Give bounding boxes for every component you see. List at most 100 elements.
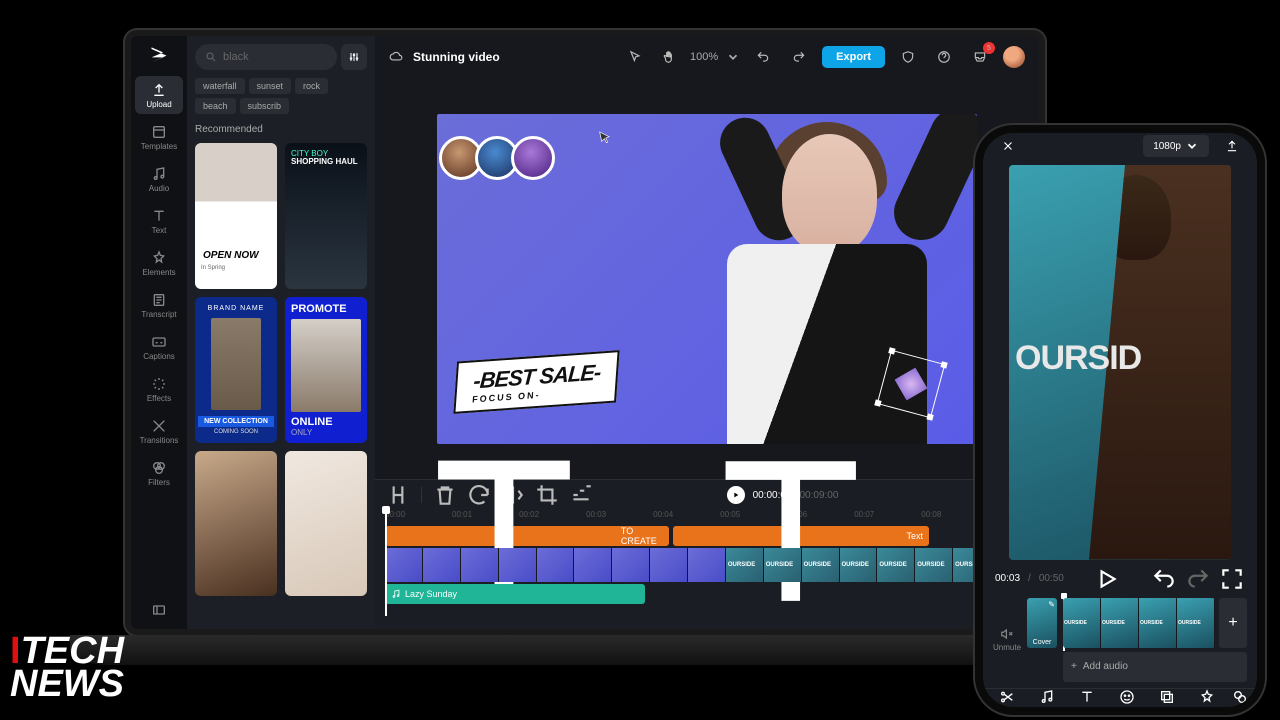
nav-effects[interactable]: Effects: [135, 370, 183, 408]
tag[interactable]: beach: [195, 98, 236, 114]
nav-captions[interactable]: Captions: [135, 328, 183, 366]
add-audio-button[interactable]: +Add audio: [1063, 652, 1247, 682]
phone-screen: 1080p OURSID 00:03 / 00:50 Unmute Cover: [983, 133, 1257, 707]
canvas-area: -BEST SALE-FOCUS ON-: [375, 78, 1039, 479]
phone-time-current: 00:03: [995, 573, 1020, 584]
nav-elements[interactable]: Elements: [135, 244, 183, 282]
chevron-down-icon: [1185, 139, 1199, 153]
avatar-stack: [447, 136, 555, 180]
avatar[interactable]: [1003, 46, 1025, 68]
phone-timeline[interactable]: Unmute Cover + +Add audio: [983, 592, 1257, 688]
nav-transcript[interactable]: Transcript: [135, 286, 183, 324]
transform-gizmo[interactable]: [877, 349, 946, 418]
phone-undo-button[interactable]: [1151, 566, 1177, 592]
music-icon: [1039, 689, 1055, 705]
phone-video-track[interactable]: [1063, 598, 1215, 648]
cursor-icon: [628, 50, 642, 64]
unmute-button[interactable]: Unmute: [993, 598, 1021, 682]
help-button[interactable]: [931, 44, 957, 70]
video-canvas[interactable]: -BEST SALE-FOCUS ON-: [437, 114, 977, 444]
phone-canvas[interactable]: OURSID: [983, 159, 1257, 566]
play-icon: [1094, 566, 1120, 592]
mute-icon: [1000, 627, 1014, 641]
phone-fullscreen-button[interactable]: [1219, 566, 1245, 592]
cloud-icon: [389, 50, 403, 64]
laptop-frame: Upload Templates Audio Text Elements Tra…: [125, 30, 1045, 635]
template-card[interactable]: OPEN NOWIn Spring: [195, 143, 277, 289]
text-clip[interactable]: TO CREATE: [385, 526, 669, 546]
export-button[interactable]: Export: [822, 46, 885, 68]
phone-redo-button[interactable]: [1185, 566, 1211, 592]
shield-button[interactable]: [895, 44, 921, 70]
template-card[interactable]: [285, 451, 367, 597]
undo-icon: [1151, 566, 1177, 592]
video-track[interactable]: [385, 548, 1029, 582]
shield-icon: [901, 50, 915, 64]
resolution-select[interactable]: 1080p: [1143, 135, 1209, 157]
template-grid: OPEN NOWIn Spring CITY BOYSHOPPING HAUL …: [195, 143, 367, 596]
template-card[interactable]: PROMOTEONLINEONLY: [285, 297, 367, 443]
phone-playbar: 00:03 / 00:50: [983, 566, 1257, 592]
tool-sidebar: Upload Templates Audio Text Elements Tra…: [131, 36, 187, 629]
text-track: TO CREATE Text: [385, 526, 1029, 546]
app-logo: [149, 44, 169, 64]
search-input[interactable]: black: [195, 44, 337, 70]
tool-filters[interactable]: Fil: [1230, 689, 1250, 707]
audio-clip[interactable]: Lazy Sunday: [385, 584, 645, 604]
fullscreen-icon: [1219, 566, 1245, 592]
phone-toolbar: Edit Audio Text Stickers Overlay Effects…: [983, 688, 1257, 707]
nav-upload[interactable]: Upload: [135, 76, 183, 114]
tool-stickers[interactable]: Stickers: [1110, 689, 1144, 707]
template-card[interactable]: BRAND NAMENEW COLLECTIONCOMING SOON: [195, 297, 277, 443]
phone-video: OURSID: [1009, 165, 1231, 560]
nav-transitions[interactable]: Transitions: [135, 412, 183, 450]
redo-button[interactable]: [786, 44, 812, 70]
select-tool[interactable]: [622, 44, 648, 70]
playhead[interactable]: [385, 510, 387, 616]
nav-filters[interactable]: Filters: [135, 454, 183, 492]
scissors-icon: [999, 689, 1015, 705]
tool-edit[interactable]: Edit: [990, 689, 1024, 707]
tag[interactable]: waterfall: [195, 78, 245, 94]
tool-audio[interactable]: Audio: [1030, 689, 1064, 707]
zoom-value[interactable]: 100%: [690, 51, 718, 63]
text-clip[interactable]: Text: [673, 526, 929, 546]
phone-time-total: 00:50: [1039, 573, 1064, 584]
tag[interactable]: rock: [295, 78, 328, 94]
add-clip-button[interactable]: +: [1219, 598, 1247, 648]
tool-effects[interactable]: Effects: [1190, 689, 1224, 707]
phone-export-button[interactable]: [1219, 133, 1245, 159]
close-button[interactable]: [995, 133, 1021, 159]
video-text-overlay: OURSID: [1015, 339, 1141, 378]
phone-play-button[interactable]: [1094, 566, 1120, 592]
nav-audio[interactable]: Audio: [135, 160, 183, 198]
chevron-down-icon: [726, 50, 740, 64]
cover-thumbnail[interactable]: Cover: [1027, 598, 1057, 648]
tag[interactable]: subscrib: [240, 98, 290, 114]
inbox-button[interactable]: 5: [967, 44, 993, 70]
tool-text[interactable]: Text: [1070, 689, 1104, 707]
nav-collapse[interactable]: [135, 591, 183, 629]
help-icon: [937, 50, 951, 64]
tracks-area[interactable]: TO CREATE Text Lazy Sunday: [375, 524, 1039, 629]
search-settings-button[interactable]: [341, 44, 367, 70]
text-icon: [679, 424, 902, 629]
tag-row: waterfall sunset rock beach subscrib: [195, 78, 367, 114]
sparkle-icon: [1199, 689, 1215, 705]
asset-panel: black waterfall sunset rock beach subscr…: [187, 36, 375, 629]
project-title[interactable]: Stunning video: [413, 50, 500, 64]
tool-overlay[interactable]: Overlay: [1150, 689, 1184, 707]
template-card[interactable]: [195, 451, 277, 597]
redo-icon: [1185, 566, 1211, 592]
phone-topbar: 1080p: [983, 133, 1257, 159]
main-editor: Stunning video 100% Export 5 -BEST SALE-…: [375, 36, 1039, 629]
template-card[interactable]: CITY BOYSHOPPING HAUL: [285, 143, 367, 289]
music-icon: [391, 589, 401, 599]
undo-button[interactable]: [750, 44, 776, 70]
undo-icon: [756, 50, 770, 64]
nav-templates[interactable]: Templates: [135, 118, 183, 156]
hand-tool[interactable]: [656, 44, 682, 70]
tag[interactable]: sunset: [249, 78, 292, 94]
nav-text[interactable]: Text: [135, 202, 183, 240]
section-label: Recommended: [195, 124, 367, 135]
